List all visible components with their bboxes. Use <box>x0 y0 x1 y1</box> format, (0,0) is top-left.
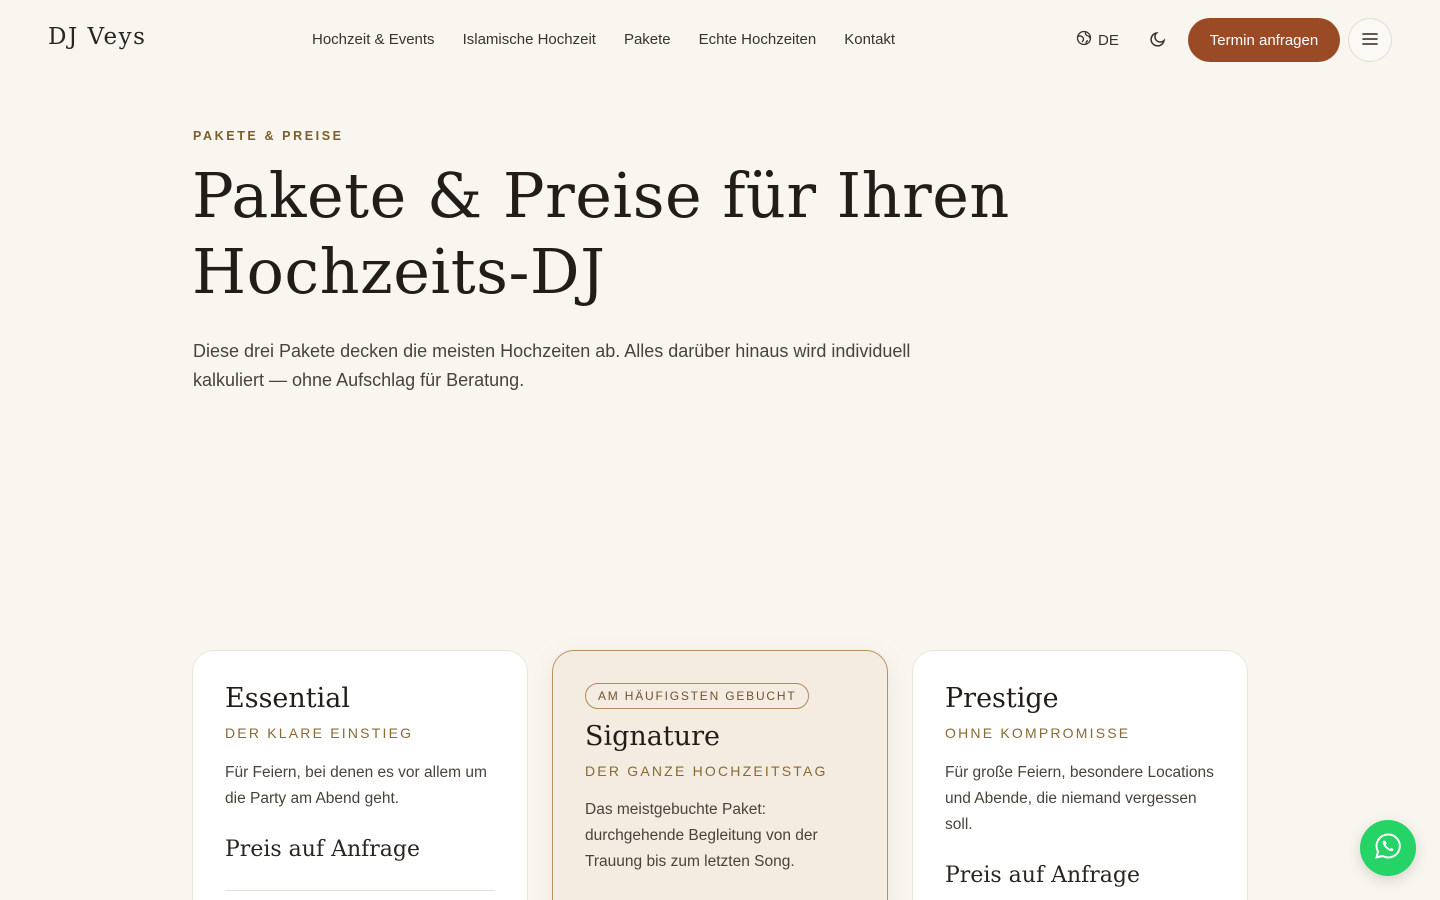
package-card-essential: Essential DER KLARE EINSTIEG Für Feiern,… <box>192 650 528 900</box>
page-title-line-2: Hochzeits-DJ <box>192 235 606 308</box>
nav-item-hochzeit-events[interactable]: Hochzeit & Events <box>298 30 449 50</box>
package-price: Preis auf Anfrage <box>225 837 421 862</box>
package-description: Das meistgebuchte Paket: durchgehende Be… <box>585 801 818 870</box>
logo[interactable]: DJ Veys <box>48 24 146 50</box>
package-description: Für große Feiern, besondere Locations un… <box>945 764 1214 833</box>
package-name: Prestige <box>945 683 1059 714</box>
globe-icon <box>1076 30 1092 50</box>
package-description: Für Feiern, bei denen es vor allem um di… <box>225 764 487 807</box>
nav-item-kontakt[interactable]: Kontakt <box>830 30 909 50</box>
language-switcher[interactable]: DE <box>1076 30 1119 50</box>
package-tagline: DER KLARE EINSTIEG <box>225 725 414 741</box>
package-card-signature: AM HÄUFIGSTEN GEBUCHT Signature DER GANZ… <box>552 650 888 900</box>
package-name: Signature <box>585 721 721 752</box>
nav-item-echte-hochzeiten[interactable]: Echte Hochzeiten <box>685 30 831 50</box>
whatsapp-button[interactable] <box>1360 820 1416 876</box>
moon-icon <box>1149 30 1167 51</box>
page-title-line-1: Pakete & Preise für Ihren <box>192 159 1010 232</box>
page-subtitle: Diese drei Pakete decken die meisten Hoc… <box>193 341 911 390</box>
nav-item-pakete[interactable]: Pakete <box>610 30 685 50</box>
site-header: DJ Veys Hochzeit & Events Islamische Hoc… <box>0 0 1440 80</box>
main-nav: Hochzeit & Events Islamische Hochzeit Pa… <box>298 30 909 50</box>
section-eyebrow: PAKETE & PREISE <box>193 129 344 143</box>
most-booked-badge: AM HÄUFIGSTEN GEBUCHT <box>585 683 810 709</box>
language-label: DE <box>1098 31 1119 49</box>
package-tagline: DER GANZE HOCHZEITSTAG <box>585 763 828 779</box>
nav-item-islamische-hochzeit[interactable]: Islamische Hochzeit <box>449 30 610 50</box>
theme-toggle-button[interactable] <box>1146 28 1170 52</box>
package-card-prestige: Prestige OHNE KOMPROMISSE Für große Feie… <box>912 650 1248 900</box>
page-title: Pakete & Preise für Ihren Hochzeits-DJ <box>192 158 1092 310</box>
menu-button[interactable] <box>1348 18 1392 62</box>
card-divider <box>225 890 495 891</box>
whatsapp-icon <box>1373 831 1403 866</box>
package-price: Preis auf Anfrage <box>945 863 1141 888</box>
package-tagline: OHNE KOMPROMISSE <box>945 725 1131 741</box>
package-name: Essential <box>225 683 351 714</box>
book-appointment-button[interactable]: Termin anfragen <box>1188 18 1340 62</box>
hamburger-menu-icon <box>1362 32 1378 49</box>
